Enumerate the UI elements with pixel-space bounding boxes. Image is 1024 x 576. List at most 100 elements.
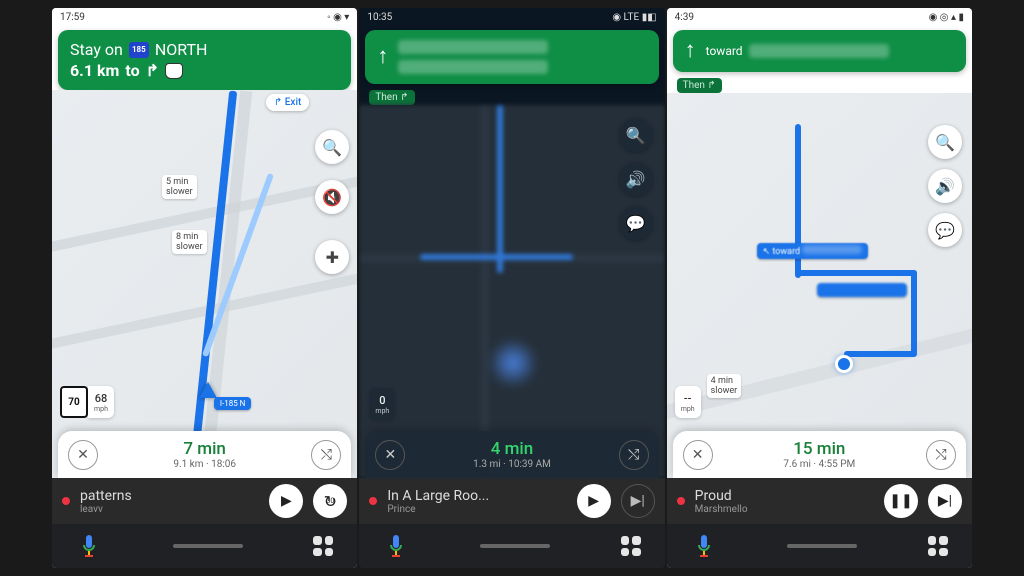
exit-chip[interactable]: ↱ Exit — [266, 94, 309, 111]
app-grid-button[interactable] — [313, 536, 333, 556]
media-player[interactable]: patterns leavv ▶ ↻30 — [52, 478, 357, 524]
pause-button[interactable]: ❚❚ — [884, 484, 918, 518]
toward-label: toward — [706, 44, 743, 58]
skip-next-button[interactable]: ▶| — [928, 484, 962, 518]
search-button[interactable]: 🔍 — [928, 125, 962, 159]
eta-sheet[interactable]: ✕ 7 min 9.1 km · 18:06 ⤭ — [58, 431, 351, 478]
alt-route-callout[interactable]: 5 min slower — [162, 175, 197, 199]
map-view[interactable]: ↱ Exit 🔍 🔇 ✚ 5 min slower 8 min slower I… — [52, 90, 357, 478]
screenshot-row: 17:59 ◦ ◉ ▾ Stay on 185 NORTH 6.1 km to … — [52, 8, 972, 568]
play-button[interactable]: ▶ — [269, 484, 303, 518]
close-button[interactable]: ✕ — [375, 440, 405, 470]
alt-route-callout[interactable]: 8 min slower — [172, 230, 207, 254]
nav-street-blurred: street — [398, 60, 548, 74]
nav-instruction: ↑ street street — [377, 40, 646, 74]
home-indicator[interactable] — [480, 544, 550, 548]
eta-time: 15 min — [721, 439, 918, 459]
assistant-mic-button[interactable] — [76, 533, 102, 559]
media-title: In A Large Roo... — [387, 488, 566, 504]
search-button[interactable]: 🔍 — [315, 130, 349, 164]
nav-to: to — [125, 61, 139, 80]
sound-button[interactable]: 🔊 — [928, 169, 962, 203]
speed-limit: 70 — [60, 386, 88, 418]
nav-banner[interactable]: Stay on 185 NORTH 6.1 km to ↱ — [58, 30, 351, 90]
report-button[interactable]: ✚ — [315, 240, 349, 274]
nav-text: Stay on — [70, 40, 123, 59]
media-title: patterns — [80, 488, 259, 504]
phone-1: 17:59 ◦ ◉ ▾ Stay on 185 NORTH 6.1 km to … — [52, 8, 357, 568]
nav-instruction-line1: Stay on 185 NORTH — [70, 40, 339, 59]
home-indicator[interactable] — [787, 544, 857, 548]
eta-info: 4 min 1.3 mi · 10:39 AM — [413, 439, 610, 470]
current-speed: 0 mph — [369, 388, 395, 420]
media-player[interactable]: In A Large Roo... Prince ▶ ▶| — [359, 478, 664, 524]
eta-info: 7 min 9.1 km · 18:06 — [106, 439, 303, 470]
app-grid-button[interactable] — [621, 536, 641, 556]
media-artist: Prince — [387, 504, 566, 515]
bottom-dock — [667, 524, 972, 568]
nav-distance: 6.1 km — [70, 61, 119, 80]
phone-2: 10:35 ◉ LTE ▮◧ ↑ street street Then ↱ 🔍 … — [359, 8, 664, 568]
assistant-mic-button[interactable] — [383, 533, 409, 559]
search-button[interactable]: 🔍 — [619, 118, 653, 152]
speed-indicator: 70 68 mph — [60, 386, 114, 418]
report-button[interactable]: 💬 — [619, 206, 653, 240]
media-title: Proud — [695, 488, 874, 504]
sound-button[interactable]: 🔊 — [619, 162, 653, 196]
media-source-icon — [62, 497, 70, 505]
status-bar: 17:59 ◦ ◉ ▾ — [52, 8, 357, 26]
map-view[interactable]: 🔍 🔊 💬 ↖ toward 4 min slower -- mph ✕ 15 … — [667, 93, 972, 478]
media-info[interactable]: Proud Marshmello — [695, 488, 874, 515]
current-location-arrow-icon — [199, 382, 217, 398]
media-info[interactable]: In A Large Roo... Prince — [387, 488, 566, 515]
eta-detail: 1.3 mi · 10:39 AM — [413, 459, 610, 470]
current-speed: -- mph — [675, 386, 701, 418]
route-callout[interactable]: ↖ toward — [757, 243, 869, 259]
close-button[interactable]: ✕ — [683, 440, 713, 470]
assistant-mic-button[interactable] — [691, 533, 717, 559]
eta-time: 4 min — [413, 439, 610, 459]
route-callout-blurred[interactable] — [817, 283, 907, 297]
eta-sheet[interactable]: ✕ 15 min 7.6 mi · 4:55 PM ⤭ — [673, 431, 966, 478]
phone-3: 4:39 ◉ ◎ ▴ ▮ ↑ toward road Then ↱ 🔍 🔊 💬 — [667, 8, 972, 568]
close-button[interactable]: ✕ — [68, 440, 98, 470]
status-time: 17:59 — [60, 12, 85, 23]
nav-banner[interactable]: ↑ toward road — [673, 30, 966, 72]
eta-time: 7 min — [106, 439, 303, 459]
straight-arrow-icon: ↑ — [377, 46, 388, 68]
route-label: I-185 N — [214, 397, 252, 410]
alt-routes-button[interactable]: ⤭ — [619, 440, 649, 470]
report-button[interactable]: 💬 — [928, 213, 962, 247]
status-icons: ◦ ◉ ▾ — [327, 12, 349, 23]
current-location-glow — [488, 338, 538, 388]
status-icons: ◉ LTE ▮◧ — [612, 12, 656, 23]
then-chip[interactable]: Then ↱ — [677, 78, 722, 93]
nav-banner[interactable]: ↑ street street — [365, 30, 658, 84]
media-player[interactable]: Proud Marshmello ❚❚ ▶| — [667, 478, 972, 524]
eta-sheet[interactable]: ✕ 4 min 1.3 mi · 10:39 AM ⤭ — [365, 431, 658, 478]
eta-info: 15 min 7.6 mi · 4:55 PM — [721, 439, 918, 470]
media-artist: leavv — [80, 504, 259, 515]
straight-arrow-icon: ↑ — [685, 40, 696, 62]
alt-routes-button[interactable]: ⤭ — [926, 440, 956, 470]
mute-button[interactable]: 🔇 — [315, 180, 349, 214]
replay-30-button[interactable]: ↻30 — [313, 484, 347, 518]
media-source-icon — [677, 497, 685, 505]
status-bar: 10:35 ◉ LTE ▮◧ — [359, 8, 664, 26]
home-indicator[interactable] — [173, 544, 243, 548]
media-info[interactable]: patterns leavv — [80, 488, 259, 515]
us-route-shield-icon — [165, 63, 183, 79]
then-chip[interactable]: Then ↱ — [369, 90, 414, 105]
app-grid-button[interactable] — [928, 536, 948, 556]
map-view[interactable] — [359, 105, 664, 478]
skip-next-button-disabled: ▶| — [621, 484, 655, 518]
alt-route-callout[interactable]: 4 min slower — [707, 374, 742, 398]
bottom-dock — [52, 524, 357, 568]
speed-indicator: 0 mph — [369, 388, 395, 420]
status-icons: ◉ ◎ ▴ ▮ — [929, 12, 964, 23]
status-time: 4:39 — [675, 12, 694, 23]
alt-routes-button[interactable]: ⤭ — [311, 440, 341, 470]
current-speed: 68 mph — [88, 386, 114, 418]
bottom-dock — [359, 524, 664, 568]
play-button[interactable]: ▶ — [577, 484, 611, 518]
